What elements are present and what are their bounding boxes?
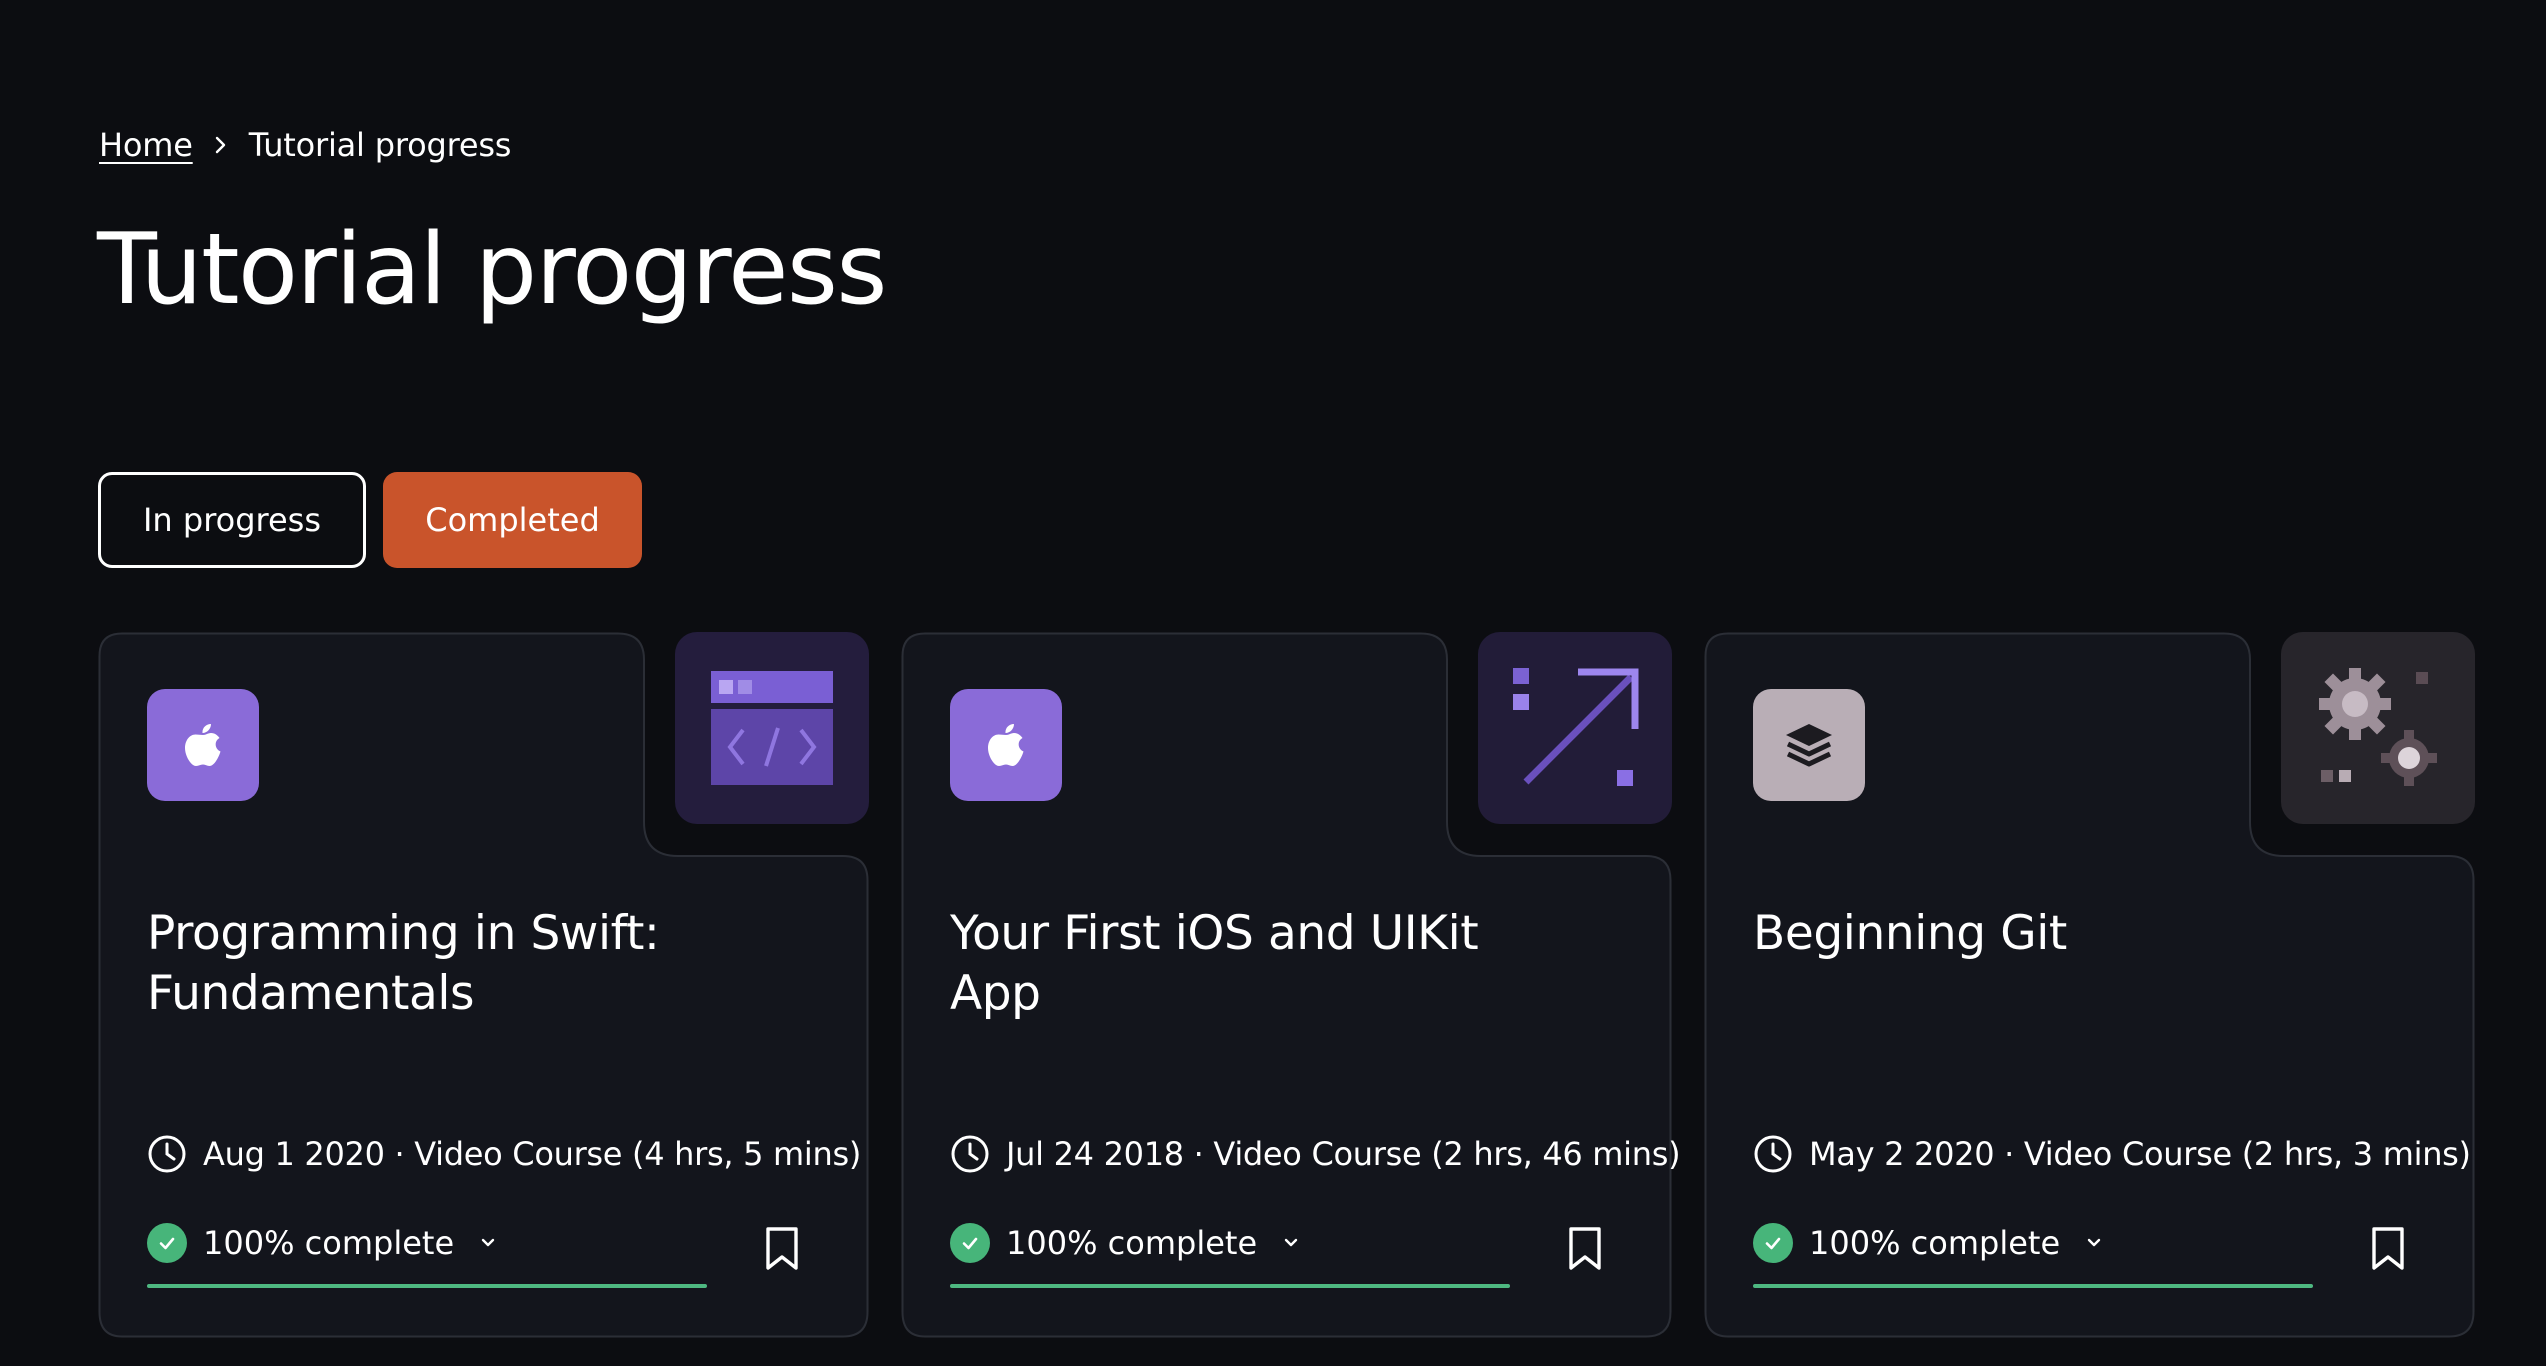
course-meta: Aug 1 2020 · Video Course (4 hrs, 5 mins…	[147, 1134, 861, 1174]
chevron-down-icon	[1281, 1236, 1301, 1250]
chevron-right-icon	[213, 133, 229, 157]
chevron-down-icon	[2084, 1236, 2104, 1250]
progress-bar	[1753, 1284, 2313, 1288]
progress-label: 100% complete	[203, 1224, 455, 1262]
progress-dropdown[interactable]: 100% complete	[1753, 1221, 2313, 1265]
bookmark-icon[interactable]	[1562, 1223, 1608, 1275]
course-meta-text: Aug 1 2020 · Video Course (4 hrs, 5 mins…	[203, 1135, 862, 1173]
filter-tabs: In progress Completed	[98, 472, 642, 568]
progress-bar	[147, 1284, 707, 1288]
bookmark-icon[interactable]	[759, 1223, 805, 1275]
apple-icon	[950, 689, 1062, 801]
completed-filter-button[interactable]: Completed	[383, 472, 642, 568]
course-card[interactable]: Programming in Swift: Fundamentals Aug 1…	[98, 632, 869, 1338]
course-card[interactable]: Your First iOS and UIKit App Jul 24 2018…	[901, 632, 1681, 1338]
course-title[interactable]: Your First iOS and UIKit App	[950, 904, 1510, 1024]
arrow-up-right-icon	[1478, 632, 1672, 824]
progress-fill	[950, 1284, 1510, 1288]
course-meta-text: May 2 2020 · Video Course (2 hrs, 3 mins…	[1809, 1135, 2471, 1173]
check-circle-icon	[950, 1223, 990, 1263]
chevron-down-icon	[478, 1236, 498, 1250]
breadcrumb-current: Tutorial progress	[248, 126, 512, 164]
course-title[interactable]: Programming in Swift: Fundamentals	[147, 904, 707, 1024]
progress-bar	[950, 1284, 1510, 1288]
clock-icon	[147, 1134, 187, 1174]
clock-icon	[950, 1134, 990, 1174]
course-title[interactable]: Beginning Git	[1753, 904, 2313, 964]
bookmark-icon[interactable]	[2365, 1223, 2411, 1275]
breadcrumb: Home Tutorial progress	[99, 123, 511, 167]
progress-label: 100% complete	[1006, 1224, 1258, 1262]
check-circle-icon	[1753, 1223, 1793, 1263]
course-meta: Jul 24 2018 · Video Course (2 hrs, 46 mi…	[950, 1134, 1681, 1174]
progress-dropdown[interactable]: 100% complete	[147, 1221, 707, 1265]
progress-fill	[1753, 1284, 2313, 1288]
course-card[interactable]: Beginning Git May 2 2020 · Video Course …	[1704, 632, 2475, 1338]
in-progress-filter-button[interactable]: In progress	[98, 472, 366, 568]
layers-icon	[1753, 689, 1865, 801]
code-window-icon	[675, 632, 869, 824]
breadcrumb-home-link[interactable]: Home	[99, 126, 193, 164]
course-meta-text: Jul 24 2018 · Video Course (2 hrs, 46 mi…	[1006, 1135, 1681, 1173]
progress-dropdown[interactable]: 100% complete	[950, 1221, 1510, 1265]
clock-icon	[1753, 1134, 1793, 1174]
progress-fill	[147, 1284, 707, 1288]
page-title: Tutorial progress	[97, 213, 887, 327]
course-meta: May 2 2020 · Video Course (2 hrs, 3 mins…	[1753, 1134, 2471, 1174]
check-circle-icon	[147, 1223, 187, 1263]
apple-icon	[147, 689, 259, 801]
gears-icon	[2281, 632, 2475, 824]
page: Home Tutorial progress Tutorial progress…	[0, 0, 2546, 1366]
progress-label: 100% complete	[1809, 1224, 2061, 1262]
